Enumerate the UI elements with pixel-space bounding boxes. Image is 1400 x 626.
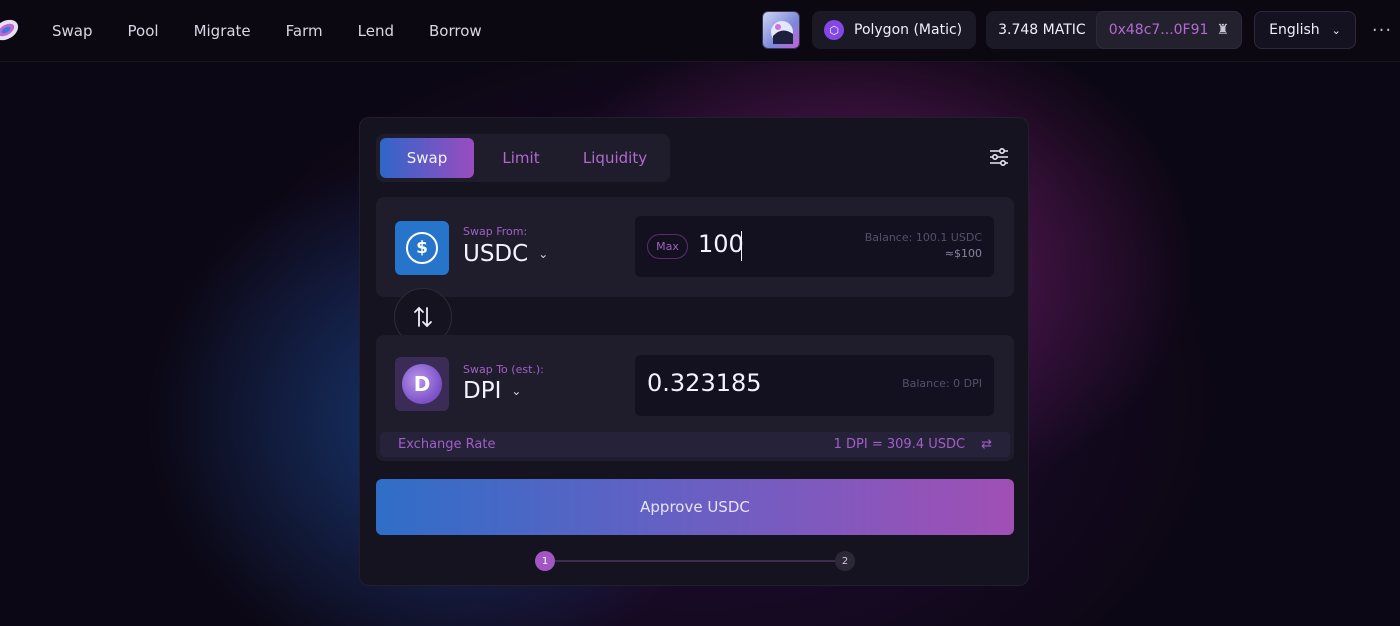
exchange-rate-label: Exchange Rate [398,437,496,452]
exchange-rate-bar: Exchange Rate 1 DPI = 309.4 USDC ⇄ [380,432,1010,457]
dollar-icon: $ [406,232,438,264]
chevron-down-icon: ⌄ [538,247,549,261]
tab-liquidity[interactable]: Liquidity [568,138,662,178]
swap-to-label: Swap To (est.): [463,363,544,376]
from-amount-box: Max Balance: 100.1 USDC ≈$100 [635,216,994,277]
from-amount-input[interactable] [698,230,848,258]
profile-avatar-button[interactable] [762,11,800,49]
exchange-rate-value: 1 DPI = 309.4 USDC [833,437,966,452]
network-selector[interactable]: ⬡ Polygon (Matic) [812,11,977,49]
step-line [545,560,845,562]
dpi-logo-icon: D [402,364,442,404]
mode-tabs: Swap Limit Liquidity [376,134,670,182]
more-options-icon[interactable]: ··· [1364,20,1400,41]
app-logo-icon[interactable] [0,16,22,44]
usdc-token-icon[interactable]: $ [395,221,449,275]
sliders-icon[interactable] [988,146,1010,168]
language-selector[interactable]: English ⌄ [1254,11,1356,49]
dpi-token-icon[interactable]: D [395,357,449,411]
chevron-down-icon: ⌄ [1331,23,1341,37]
approve-button[interactable]: Approve USDC [376,479,1014,535]
to-token-symbol: DPI [463,378,502,404]
swap-horizontal-icon[interactable]: ⇄ [981,437,992,452]
to-amount-input[interactable] [647,369,797,397]
wallet-info[interactable]: 3.748 MATIC 0x48c7...0F91 ♜ [986,11,1242,49]
exchange-rate-right: 1 DPI = 309.4 USDC ⇄ [834,437,992,452]
to-balance: Balance: 0 DPI [902,377,982,390]
nav-migrate[interactable]: Migrate [194,22,251,40]
network-name: Polygon (Matic) [854,22,963,38]
from-usd-value: ≈$100 [944,247,982,260]
wallet-balance: 3.748 MATIC [998,22,1086,38]
to-amount-box: Balance: 0 DPI [635,355,994,416]
tab-limit[interactable]: Limit [474,138,568,178]
from-token-selector[interactable]: USDC ⌄ [463,241,548,267]
nav-borrow[interactable]: Borrow [429,22,482,40]
language-label: English [1269,22,1320,38]
tab-swap[interactable]: Swap [380,138,474,178]
step-1: 1 [535,551,555,571]
wallet-address: 0x48c7...0F91 [1108,22,1209,38]
nav-farm[interactable]: Farm [286,22,323,40]
to-token-selector[interactable]: DPI ⌄ [463,378,521,404]
top-navigation-bar: Swap Pool Migrate Farm Lend Borrow ⬡ Pol… [0,0,1400,62]
swap-card: Swap Limit Liquidity $ Swap From: USDC ⌄… [359,117,1029,586]
swap-arrows-icon [414,306,432,328]
max-button[interactable]: Max [647,234,688,259]
step-2: 2 [835,551,855,571]
from-balance: Balance: 100.1 USDC [864,231,982,244]
header-controls: ⬡ Polygon (Matic) 3.748 MATIC 0x48c7...0… [762,11,1400,49]
chevron-down-icon: ⌄ [511,384,522,398]
wallet-address-button[interactable]: 0x48c7...0F91 ♜ [1095,11,1242,49]
progress-steps: 1 2 [535,551,855,571]
swap-to-panel: D Swap To (est.): DPI ⌄ Balance: 0 DPI E… [376,335,1014,461]
main-nav: Swap Pool Migrate Farm Lend Borrow [52,0,517,62]
nav-pool[interactable]: Pool [128,22,159,40]
account-icon: ♜ [1216,22,1229,38]
nav-swap[interactable]: Swap [52,22,93,40]
swap-from-panel: $ Swap From: USDC ⌄ Max Balance: 100.1 U… [376,197,1014,297]
nav-lend[interactable]: Lend [358,22,394,40]
text-caret [741,231,742,261]
swap-from-label: Swap From: [463,225,528,238]
polygon-icon: ⬡ [824,20,844,40]
from-token-symbol: USDC [463,241,529,267]
avatar-icon [771,21,793,44]
